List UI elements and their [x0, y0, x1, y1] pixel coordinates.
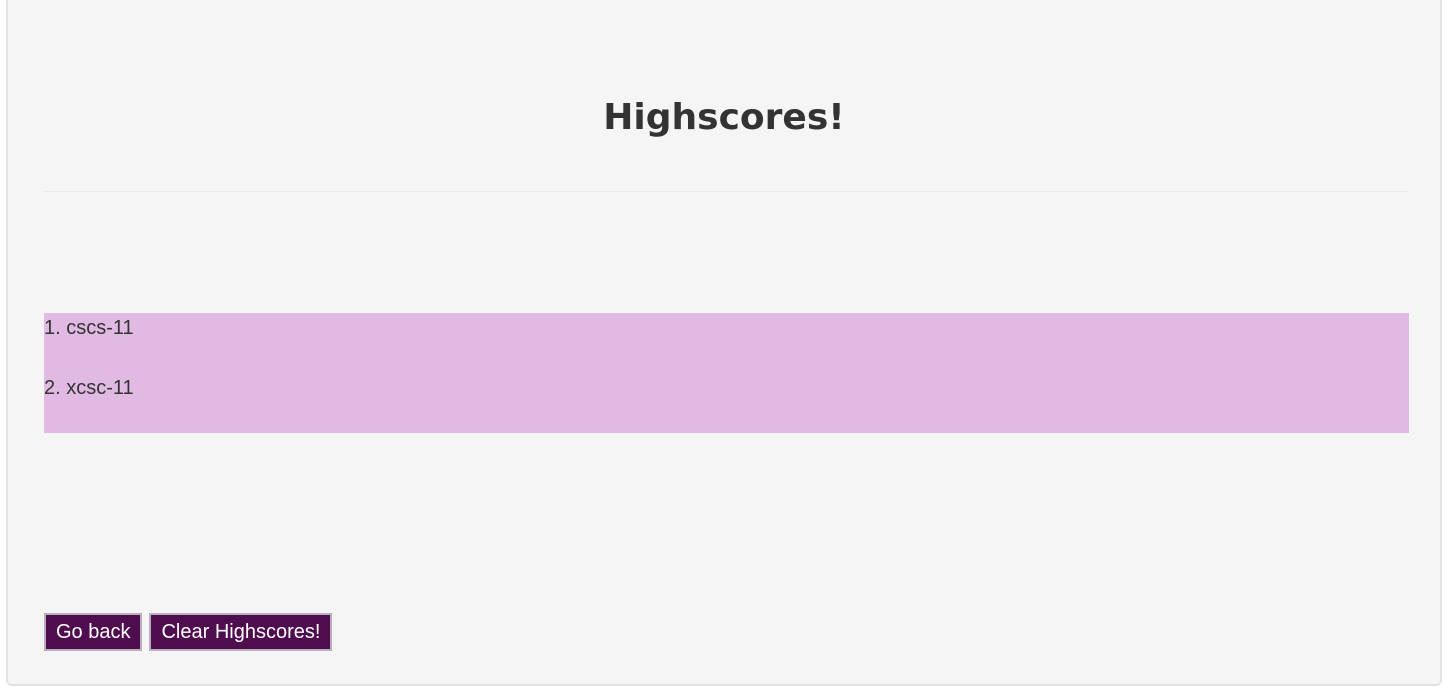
- button-row: Go back Clear Highscores!: [44, 613, 333, 651]
- list-item: 2. xcsc-11: [44, 377, 134, 399]
- go-back-button[interactable]: Go back: [44, 613, 143, 651]
- list-item: 1. cscs-11: [44, 317, 134, 339]
- title-divider: [44, 191, 1409, 192]
- highscores-card: Highscores! 1. cscs-11 2. xcsc-11 Go bac…: [6, 0, 1442, 686]
- highscore-list: 1. cscs-11 2. xcsc-11: [44, 313, 1409, 433]
- page-title: Highscores!: [603, 97, 845, 138]
- clear-highscores-button[interactable]: Clear Highscores!: [149, 613, 333, 651]
